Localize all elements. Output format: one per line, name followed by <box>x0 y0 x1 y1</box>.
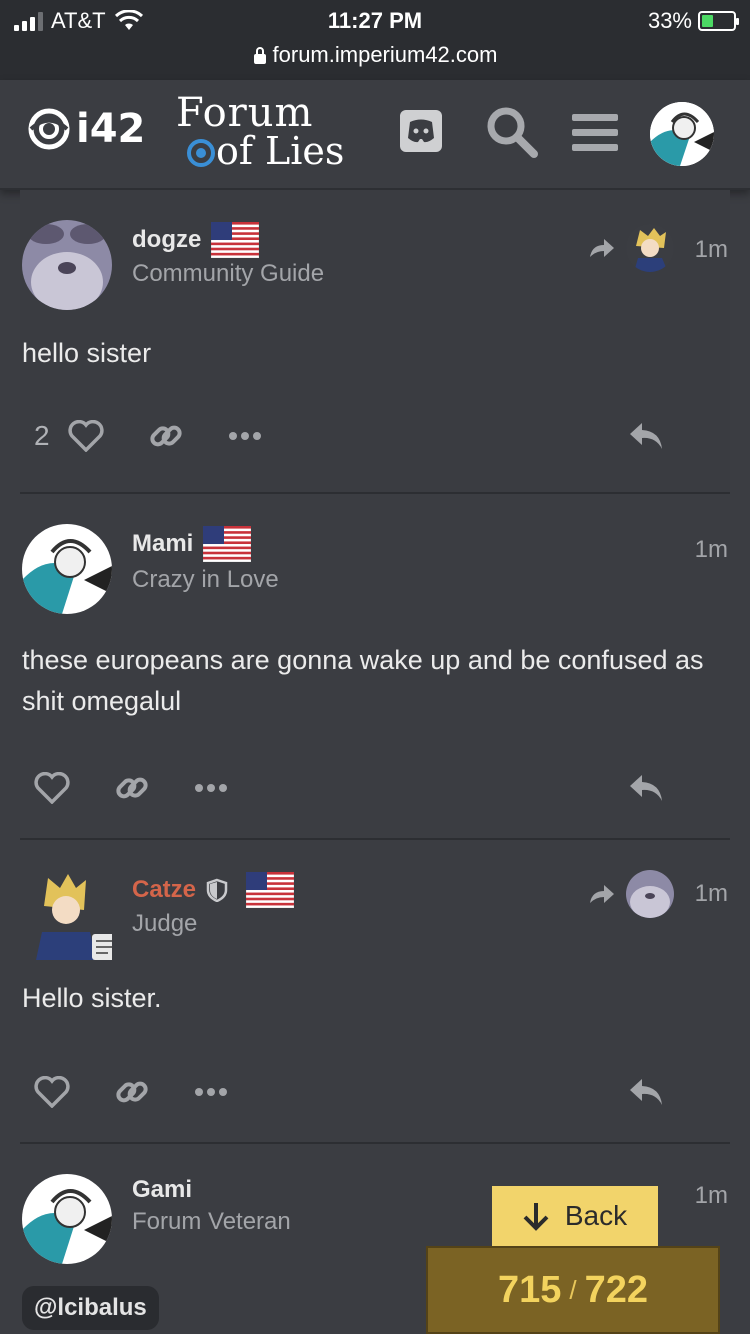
username[interactable]: Catze <box>132 872 295 908</box>
search-icon[interactable] <box>484 104 540 160</box>
i42-logo[interactable]: i42 <box>26 106 145 152</box>
battery-percent: 33% <box>647 8 692 33</box>
heart-icon <box>34 772 70 804</box>
post-mami: Mami Crazy in Love 1m these europeans ar… <box>20 494 730 840</box>
username[interactable]: Mami <box>132 526 252 562</box>
counter-separator: / <box>569 1274 577 1305</box>
us-flag-icon <box>211 222 260 258</box>
user-title: Judge <box>132 910 198 937</box>
url-bar[interactable]: forum.imperium42.com <box>0 42 750 68</box>
link-icon <box>116 1081 148 1103</box>
like-button[interactable] <box>67 420 104 452</box>
heart-icon <box>67 420 104 452</box>
forum-header: i42 Forum of Lies <box>0 80 750 190</box>
post-progress-counter[interactable]: 715 / 722 <box>426 1246 720 1334</box>
more-button[interactable] <box>228 431 262 441</box>
reply-icon <box>630 775 662 801</box>
avatar-dogze[interactable] <box>22 220 112 310</box>
ellipsis-icon <box>195 784 227 792</box>
anime-avatar-icon <box>36 874 112 960</box>
copy-link-button[interactable] <box>148 418 184 454</box>
heart-icon <box>34 1076 70 1108</box>
avatar-catze[interactable] <box>22 870 112 960</box>
logo-text: i42 <box>76 106 146 152</box>
current-post-number: 715 <box>497 1268 562 1311</box>
avatar-mami[interactable] <box>22 524 112 614</box>
share-arrow-icon <box>590 885 614 903</box>
swirl-icon <box>187 139 215 167</box>
share-arrow-icon <box>590 239 614 257</box>
discord-icon[interactable] <box>398 108 444 154</box>
status-bar: AT&T 11:27 PM forum.imperium42.com 33% <box>0 0 750 80</box>
avatar-gami[interactable] <box>22 1174 112 1264</box>
back-button[interactable]: Back <box>492 1186 658 1246</box>
reply-icon <box>630 1079 662 1105</box>
reply-button[interactable] <box>628 773 664 803</box>
ellipsis-icon <box>195 1088 227 1096</box>
hamburger-menu-icon[interactable] <box>572 110 618 156</box>
post-actions <box>34 1074 708 1110</box>
title-line-2: of Lies <box>216 129 345 173</box>
battery-icon <box>698 11 739 31</box>
like-button[interactable] <box>34 1076 70 1108</box>
reply-target-avatar <box>626 870 674 918</box>
user-title: Forum Veteran <box>132 1208 291 1235</box>
cat-avatar-icon <box>22 220 112 310</box>
username[interactable]: dogze <box>132 222 260 258</box>
username-text: Gami <box>132 1176 193 1203</box>
post-catze: Catze Judge 1m Hello sister. <box>20 840 730 1144</box>
back-label: Back <box>564 1200 628 1231</box>
url-text: forum.imperium42.com <box>272 42 498 67</box>
username-text: dogze <box>132 226 202 253</box>
us-flag-icon <box>203 526 252 562</box>
post-time[interactable]: 1m <box>695 536 728 564</box>
more-button[interactable] <box>194 783 228 793</box>
copy-link-button[interactable] <box>114 770 150 806</box>
total-post-count: 722 <box>584 1268 649 1311</box>
anime-avatar-icon <box>22 524 112 614</box>
post-body: these europeans are gonna wake up and be… <box>22 645 704 716</box>
post-actions: 2 <box>34 418 708 454</box>
anime-avatar-icon <box>650 102 714 166</box>
reply-button[interactable] <box>628 1077 664 1107</box>
reply-to-indicator[interactable] <box>588 870 674 918</box>
post-dogze: dogze Community Guide 1m hello sister 2 <box>20 190 730 494</box>
moderator-shield-icon <box>206 878 228 902</box>
like-count[interactable]: 2 <box>34 420 50 452</box>
user-title: Crazy in Love <box>132 566 279 593</box>
ellipsis-icon <box>228 432 261 440</box>
post-stream: dogze Community Guide 1m hello sister 2 <box>0 190 750 1334</box>
mention-chip[interactable]: @lcibalus <box>22 1286 159 1330</box>
clock: 11:27 PM <box>327 8 423 33</box>
username-text: Mami <box>132 530 194 557</box>
current-user-avatar[interactable] <box>650 102 714 166</box>
copy-link-button[interactable] <box>114 1074 150 1110</box>
link-icon <box>116 777 148 799</box>
reply-to-indicator[interactable] <box>588 224 674 272</box>
post-time[interactable]: 1m <box>695 236 728 264</box>
forum-of-lies-logo[interactable]: Forum of Lies <box>176 90 345 173</box>
us-flag-icon <box>246 872 295 908</box>
like-button[interactable] <box>34 772 70 804</box>
lock-icon <box>253 47 266 64</box>
post-body: Hello sister. <box>22 983 162 1013</box>
link-icon <box>149 425 182 447</box>
more-button[interactable] <box>194 1087 228 1097</box>
reply-target-avatar <box>626 224 674 272</box>
reply-button[interactable] <box>628 421 664 451</box>
user-title: Community Guide <box>132 260 325 287</box>
post-time[interactable]: 1m <box>695 880 728 908</box>
username-text: Catze <box>132 876 197 903</box>
post-time[interactable]: 1m <box>695 1182 728 1210</box>
anime-avatar-icon <box>22 1174 112 1264</box>
title-line-1: Forum <box>176 90 314 136</box>
swirl-logo-icon <box>28 108 70 150</box>
reply-icon <box>630 423 662 449</box>
arrow-down-icon <box>523 1203 549 1231</box>
username[interactable]: Gami <box>132 1176 192 1204</box>
post-actions <box>34 770 708 806</box>
post-body: hello sister <box>22 338 152 368</box>
